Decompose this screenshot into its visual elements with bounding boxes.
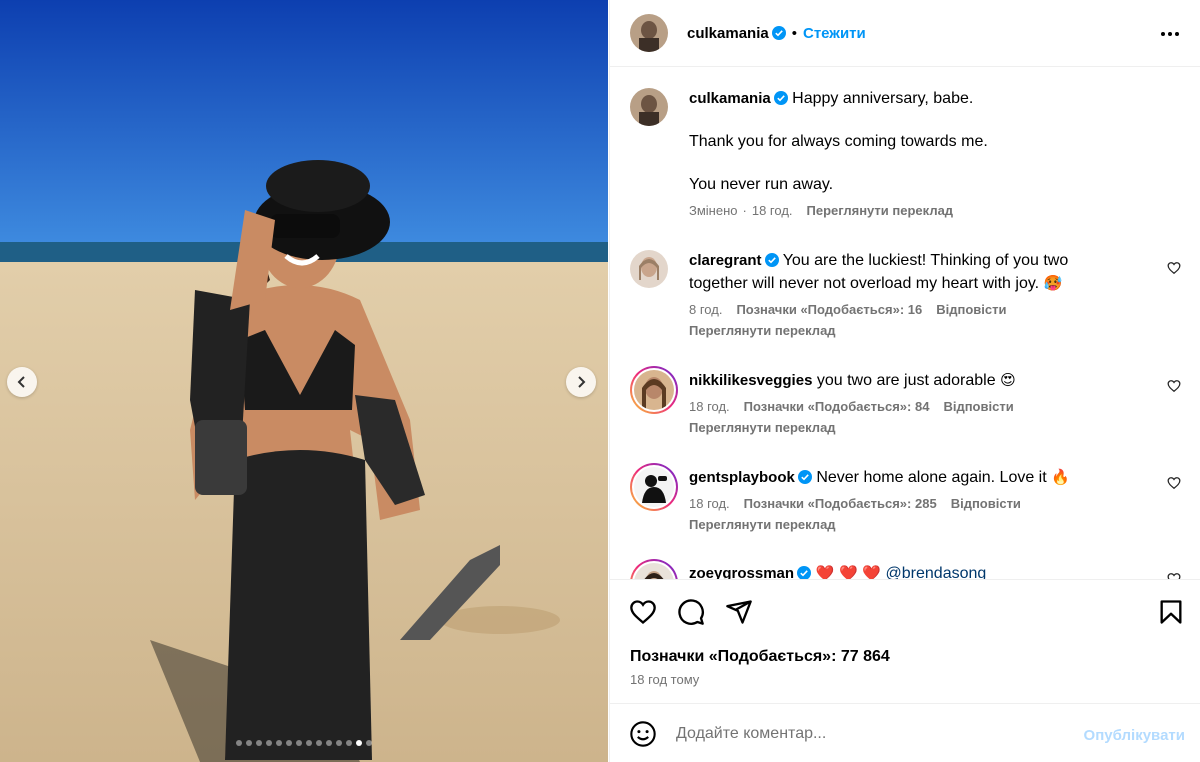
comment-time[interactable]: 8 год. <box>689 301 722 319</box>
carousel-dot <box>306 740 312 746</box>
carousel-dot <box>336 740 342 746</box>
comment-username[interactable]: claregrant <box>689 252 762 269</box>
comment-likes-count[interactable]: Позначки «Подобається»: 285 <box>744 495 937 513</box>
comment-emoji: 🔥 <box>1051 468 1070 486</box>
chevron-right-icon <box>578 376 586 388</box>
posted-time: 18 год тому <box>630 672 700 687</box>
commenter-avatar[interactable] <box>630 250 668 288</box>
like-comment-heart-icon[interactable] <box>1167 261 1181 275</box>
post-sidebar: culkamania • Стежити culkamania Happy an… <box>609 0 1200 762</box>
story-ring[interactable] <box>630 463 678 511</box>
comment-username[interactable]: zoeygrossman <box>689 565 794 579</box>
post-actions: Позначки «Подобається»: 77 864 18 год то… <box>610 579 1200 702</box>
heart-icon[interactable] <box>629 598 657 626</box>
caption-line: Happy anniversary, babe. <box>792 90 974 107</box>
header-separator: • <box>791 24 797 42</box>
likes-count[interactable]: Позначки «Подобається»: 77 864 <box>630 648 890 666</box>
verified-badge-icon <box>773 91 788 105</box>
caption-translate-link[interactable]: Переглянути переклад <box>807 202 954 220</box>
comment-composer: Опублікувати <box>610 703 1200 762</box>
comment-emoji: 😍 <box>1000 371 1016 389</box>
carousel-next-button[interactable] <box>566 367 596 397</box>
carousel-dot <box>346 740 352 746</box>
comment-text: Never home alone again. Love it <box>816 469 1047 486</box>
comment-emoji: ❤️ ❤️ ❤️ <box>815 564 882 579</box>
carousel-dot <box>316 740 322 746</box>
comment-emoji: 🥵 <box>1043 274 1063 292</box>
translate-link[interactable]: Переглянути переклад <box>689 322 1109 340</box>
author-avatar[interactable] <box>630 14 668 52</box>
carousel-dot <box>276 740 282 746</box>
caption-dot: · <box>742 203 747 218</box>
translate-link[interactable]: Переглянути переклад <box>689 419 1109 437</box>
caption-username[interactable]: culkamania <box>689 90 771 107</box>
comment-time[interactable]: 18 год. <box>689 495 730 513</box>
carousel-dot <box>356 740 362 746</box>
caption-time[interactable]: 18 год. <box>752 202 793 220</box>
commenter-avatar[interactable] <box>634 467 674 507</box>
post-header: culkamania • Стежити <box>610 0 1200 67</box>
verified-badge-icon <box>797 470 812 484</box>
caption-line: Thank you for always coming towards me. <box>689 133 988 150</box>
bookmark-icon[interactable] <box>1157 598 1185 626</box>
like-comment-heart-icon[interactable] <box>1167 572 1181 579</box>
chevron-left-icon <box>17 376 25 388</box>
share-icon[interactable] <box>725 598 753 626</box>
reply-button[interactable]: Відповісти <box>943 398 1013 416</box>
carousel-dot <box>366 740 372 746</box>
emoji-icon[interactable] <box>629 720 657 748</box>
author-username[interactable]: culkamania <box>687 25 769 42</box>
comment-username[interactable]: gentsplaybook <box>689 469 795 486</box>
commenter-avatar[interactable] <box>634 563 674 579</box>
reply-button[interactable]: Відповісти <box>951 495 1021 513</box>
story-ring[interactable] <box>630 366 678 414</box>
carousel-dot <box>266 740 272 746</box>
caption-author-avatar[interactable] <box>630 88 668 126</box>
like-comment-heart-icon[interactable] <box>1167 379 1181 393</box>
carousel-dot <box>246 740 252 746</box>
translate-link[interactable]: Переглянути переклад <box>689 516 1109 534</box>
comment-mention-link[interactable]: @brendasong <box>886 565 987 579</box>
carousel-dot <box>256 740 262 746</box>
follow-button[interactable]: Стежити <box>803 25 866 42</box>
carousel-indicator <box>0 740 608 746</box>
verified-badge-icon <box>797 566 812 579</box>
publish-button[interactable]: Опублікувати <box>1084 727 1185 744</box>
caption-edited: Змінено <box>689 203 738 218</box>
reply-button[interactable]: Відповісти <box>936 301 1006 319</box>
comments-list[interactable]: culkamania Happy anniversary, babe. Than… <box>610 68 1200 579</box>
post-photo <box>0 0 608 762</box>
verified-badge-icon <box>771 26 786 40</box>
caption-line: You never run away. <box>689 176 834 193</box>
carousel-dot <box>296 740 302 746</box>
verified-badge-icon <box>764 253 779 267</box>
comment-likes-count[interactable]: Позначки «Подобається»: 84 <box>744 398 930 416</box>
story-ring[interactable] <box>630 559 678 579</box>
carousel-prev-button[interactable] <box>7 367 37 397</box>
comment-likes-count[interactable]: Позначки «Подобається»: 16 <box>736 301 922 319</box>
comment-text: you two are just adorable <box>816 372 996 389</box>
more-horizontal-icon[interactable] <box>1159 23 1181 45</box>
carousel-dot <box>326 740 332 746</box>
comment-input[interactable] <box>676 722 1056 746</box>
commenter-avatar[interactable] <box>634 370 674 410</box>
carousel-dot <box>236 740 242 746</box>
comment-time[interactable]: 18 год. <box>689 398 730 416</box>
comment-icon[interactable] <box>677 598 705 626</box>
carousel-dot <box>286 740 292 746</box>
post-media[interactable] <box>0 0 608 762</box>
like-comment-heart-icon[interactable] <box>1167 476 1181 490</box>
comment-username[interactable]: nikkilikesveggies <box>689 372 812 389</box>
